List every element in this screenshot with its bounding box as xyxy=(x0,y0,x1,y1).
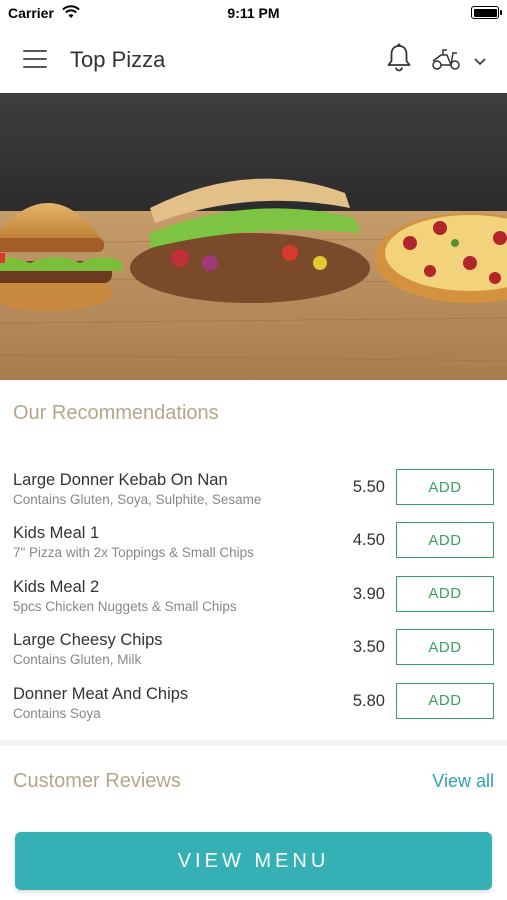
item-description: 7" Pizza with 2x Toppings & Small Chips xyxy=(13,545,254,561)
bell-icon[interactable] xyxy=(386,43,412,78)
battery-icon xyxy=(471,6,502,19)
add-button[interactable]: ADD xyxy=(396,469,494,505)
item-name: Kids Meal 2 xyxy=(13,577,100,596)
add-button[interactable]: ADD xyxy=(396,629,494,666)
status-bar: Carrier 9:11 PM xyxy=(0,0,507,26)
item-description: Contains Gluten, Soya, Sulphite, Sesame xyxy=(13,492,262,507)
section-divider xyxy=(0,740,507,746)
list-item: Kids Meal 1 7" Pizza with 2x Toppings & … xyxy=(0,515,507,568)
list-item: Donner Meat And Chips Contains Soya 5.80… xyxy=(0,676,507,729)
add-button[interactable]: ADD xyxy=(396,682,494,719)
list-item: Large Donner Kebab On Nan Contains Glute… xyxy=(0,462,507,515)
recommendations-heading: Our Recommendations xyxy=(13,402,219,424)
list-item: Large Cheesy Chips Contains Gluten, Milk… xyxy=(0,622,507,675)
scooter-icon[interactable] xyxy=(431,47,461,76)
item-name: Large Cheesy Chips xyxy=(13,631,163,650)
add-button[interactable]: ADD xyxy=(396,575,494,612)
item-description: Contains Soya xyxy=(13,705,101,721)
item-price: 3.50 xyxy=(352,638,385,657)
page-title: Top Pizza xyxy=(70,47,166,72)
reviews-heading: Customer Reviews xyxy=(13,770,181,792)
item-name: Donner Meat And Chips xyxy=(13,684,189,703)
clock: 9:11 PM xyxy=(227,5,280,21)
app-header: Top Pizza xyxy=(0,26,507,93)
recommendations-list: Large Donner Kebab On Nan Contains Glute… xyxy=(0,462,507,729)
chevron-down-icon[interactable] xyxy=(473,54,487,72)
item-price: 4.50 xyxy=(352,531,385,550)
hero-image xyxy=(0,93,507,380)
item-description: Contains Gluten, Milk xyxy=(13,652,142,668)
item-name: Large Donner Kebab On Nan xyxy=(13,471,228,489)
hamburger-menu-icon[interactable] xyxy=(23,50,47,68)
item-name: Kids Meal 1 xyxy=(13,524,100,543)
list-item: Kids Meal 2 5pcs Chicken Nuggets & Small… xyxy=(0,569,507,622)
item-price: 3.90 xyxy=(352,584,385,603)
item-description: 5pcs Chicken Nuggets & Small Chips xyxy=(13,598,237,614)
view-all-link[interactable]: View all xyxy=(432,771,494,792)
add-button[interactable]: ADD xyxy=(396,522,494,559)
item-price: 5.80 xyxy=(352,691,385,710)
item-price: 5.50 xyxy=(352,478,385,496)
view-menu-button[interactable]: VIEW MENU xyxy=(15,832,492,890)
